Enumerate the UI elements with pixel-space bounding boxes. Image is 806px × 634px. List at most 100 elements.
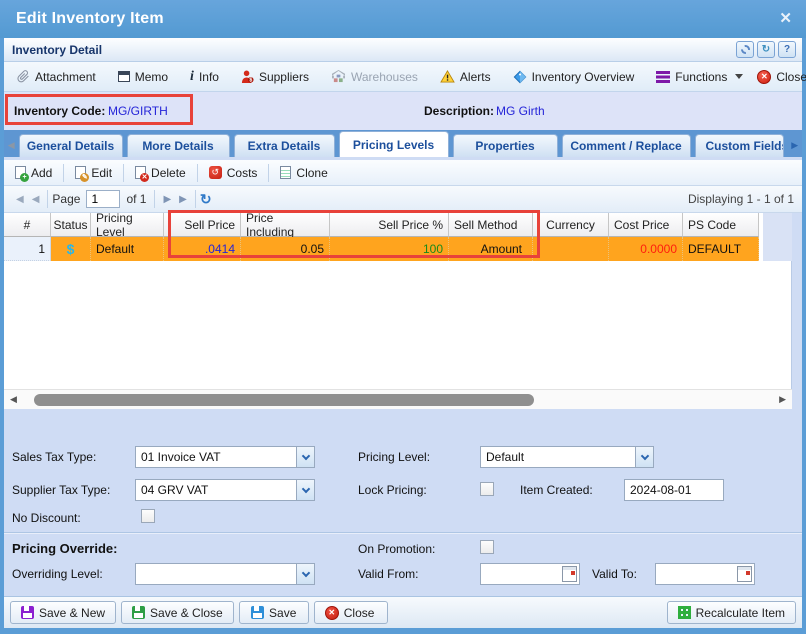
tab-scroll-left-icon[interactable]: ◀: [6, 136, 17, 154]
cell-num: 1: [4, 237, 51, 261]
last-page-icon[interactable]: ▶: [175, 194, 191, 205]
save-and-new-button[interactable]: Save & New: [10, 601, 116, 624]
pricing-override-title: Pricing Override:: [12, 541, 117, 556]
col-header-status[interactable]: Status: [51, 213, 91, 237]
tab-general-details[interactable]: General Details: [19, 134, 123, 157]
valid-to-input[interactable]: [655, 563, 755, 585]
dropdown-button[interactable]: [296, 480, 314, 500]
add-button[interactable]: + Add: [8, 163, 59, 183]
dialog-titlebar[interactable]: Edit Inventory Item ✕: [0, 0, 806, 38]
inventory-overview-button[interactable]: Inventory Overview: [506, 67, 642, 87]
info-button[interactable]: i Info: [183, 67, 226, 87]
save-button[interactable]: Save: [239, 601, 309, 624]
memo-label: Memo: [135, 70, 168, 84]
chevron-down-icon: [640, 451, 648, 459]
toolbar-separator: [268, 164, 269, 182]
attachment-button[interactable]: Attachment: [10, 67, 103, 87]
valid-from-input[interactable]: [480, 563, 580, 585]
dropdown-button[interactable]: [296, 447, 314, 467]
horizontal-scrollbar[interactable]: ◀ ▶: [4, 389, 792, 409]
save-and-close-button[interactable]: Save & Close: [121, 601, 234, 624]
sales-tax-type-select[interactable]: 01 Invoice VAT: [135, 446, 315, 468]
toolbar-separator: [123, 164, 124, 182]
edit-button[interactable]: ✎ Edit: [68, 163, 119, 183]
col-header-sell-price[interactable]: Sell Price: [164, 213, 241, 237]
col-header-num[interactable]: #: [4, 213, 51, 237]
tab-properties[interactable]: Properties: [453, 134, 558, 157]
calendar-icon[interactable]: [737, 566, 752, 582]
col-header-price-including[interactable]: Price Including: [241, 213, 330, 237]
delete-button[interactable]: ✕ Delete: [128, 163, 193, 183]
tab-custom-fields[interactable]: Custom Fields: [695, 134, 784, 157]
panel-header-buttons: ↻ ?: [736, 41, 796, 58]
refresh-icon: ↻: [762, 44, 770, 55]
pricing-level-select[interactable]: Default: [480, 446, 654, 468]
col-header-sell-price-pct[interactable]: Sell Price %: [330, 213, 449, 237]
item-created-input[interactable]: [624, 479, 724, 501]
chevron-down-icon: [301, 451, 309, 459]
overriding-level-select[interactable]: [135, 563, 315, 585]
settings-gear-button[interactable]: [736, 41, 754, 58]
dropdown-button[interactable]: [296, 564, 314, 584]
memo-button[interactable]: Memo: [111, 67, 175, 87]
toolbar-close-label: Close: [776, 70, 806, 84]
sales-tax-type-label: Sales Tax Type:: [12, 450, 96, 464]
supplier-tax-type-select[interactable]: 04 GRV VAT: [135, 479, 315, 501]
toolbar-close-button[interactable]: ✕ Close: [750, 67, 806, 87]
page-of-label: of 1: [126, 192, 146, 206]
suppliers-button[interactable]: $ Suppliers: [234, 67, 316, 87]
info-label: Info: [199, 70, 219, 84]
toolbar-separator: [63, 164, 64, 182]
dropdown-button[interactable]: [635, 447, 653, 467]
item-created-label: Item Created:: [520, 483, 593, 497]
no-discount-checkbox[interactable]: [141, 509, 155, 523]
description-label: Description:: [424, 104, 494, 118]
recalculate-item-button[interactable]: Recalculate Item: [667, 601, 796, 624]
functions-button[interactable]: Functions: [649, 67, 750, 87]
dialog-title: Edit Inventory Item: [16, 10, 164, 28]
cell-price-including: 0.05: [241, 237, 330, 261]
grid-refresh-icon[interactable]: ↻: [200, 191, 212, 208]
tab-scroll-right-icon[interactable]: ▶: [790, 136, 801, 154]
page-number-input[interactable]: [86, 190, 120, 208]
dialog-body: Inventory Detail ↻ ? Attachment Memo i I…: [4, 38, 802, 628]
col-header-pricing-level[interactable]: Pricing Level: [91, 213, 164, 237]
tab-pricing-levels[interactable]: Pricing Levels: [339, 131, 449, 157]
costs-button[interactable]: ↺ Costs: [202, 163, 265, 183]
recalculate-grid-icon: [678, 606, 691, 619]
calendar-icon[interactable]: [562, 566, 577, 582]
col-header-sell-method[interactable]: Sell Method: [449, 213, 533, 237]
close-button[interactable]: ✕ Close: [314, 601, 388, 624]
clone-button[interactable]: Clone: [273, 163, 334, 183]
section-divider: [4, 532, 802, 534]
scroll-right-icon[interactable]: ▶: [779, 394, 786, 405]
cell-sell-method: Amount: [449, 237, 533, 261]
alerts-button[interactable]: Alerts: [433, 67, 498, 87]
dialog-close-icon[interactable]: ✕: [779, 9, 792, 27]
prev-page-icon[interactable]: ◀: [28, 194, 44, 205]
warehouse-icon: [331, 70, 346, 83]
tab-extra-details[interactable]: Extra Details: [234, 134, 335, 157]
grid-pager: ◀ ◀ Page of 1 ▶ ▶ ↻ Displaying 1 - 1 of …: [4, 186, 802, 213]
panel-refresh-button[interactable]: ↻: [757, 41, 775, 58]
svg-text:$: $: [249, 77, 252, 83]
lock-pricing-checkbox[interactable]: [480, 482, 494, 496]
table-row[interactable]: 1 $ Default .0414 0.05 100 Amount 0.0000…: [4, 237, 759, 261]
help-button[interactable]: ?: [778, 41, 796, 58]
alerts-label: Alerts: [460, 70, 491, 84]
next-page-icon[interactable]: ▶: [159, 194, 175, 205]
scrollbar-thumb[interactable]: [34, 394, 534, 406]
detail-tabstrip: ◀ General Details More Details Extra Det…: [4, 130, 802, 157]
first-page-icon[interactable]: ◀: [12, 194, 28, 205]
on-promotion-checkbox[interactable]: [480, 540, 494, 554]
tab-more-details[interactable]: More Details: [127, 134, 230, 157]
info-icon: i: [190, 71, 194, 83]
scroll-left-icon[interactable]: ◀: [10, 394, 17, 405]
col-header-cost-price[interactable]: Cost Price: [609, 213, 683, 237]
col-header-ps-code[interactable]: PS Code: [683, 213, 759, 237]
paperclip-icon: [17, 70, 30, 83]
warehouses-button[interactable]: Warehouses: [324, 67, 425, 87]
col-header-currency[interactable]: Currency: [533, 213, 609, 237]
on-promotion-label: On Promotion:: [358, 542, 435, 556]
tab-comment-replace[interactable]: Comment / Replace: [562, 134, 691, 157]
